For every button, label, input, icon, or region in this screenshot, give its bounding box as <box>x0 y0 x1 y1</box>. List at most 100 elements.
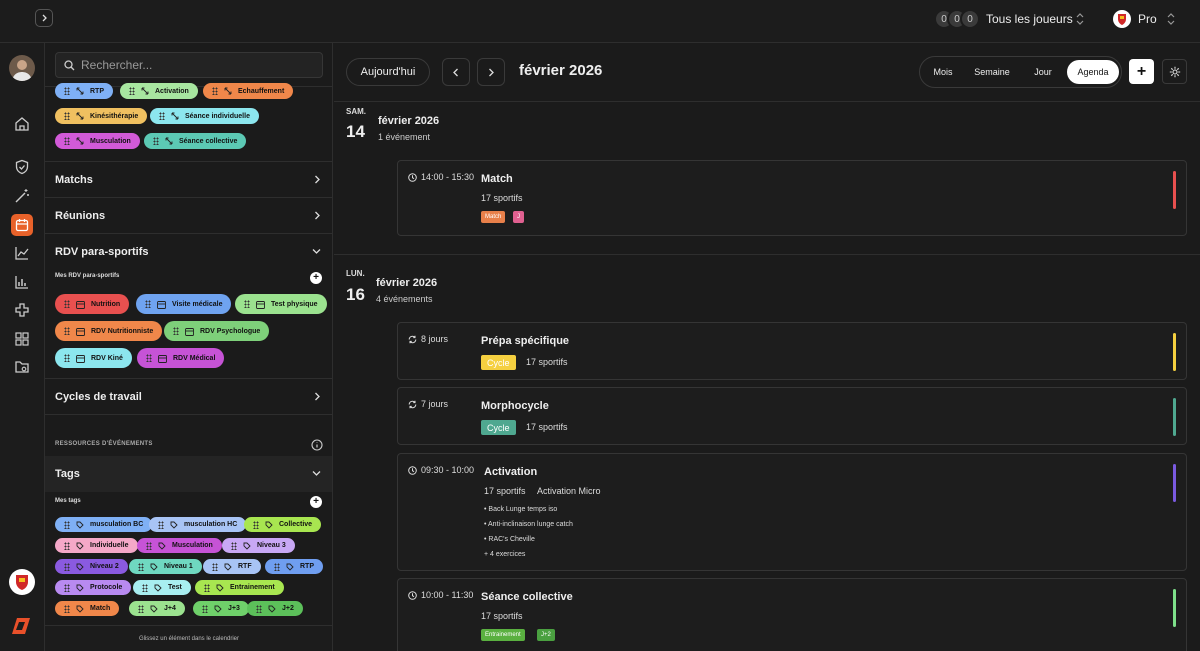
section-tags[interactable]: Tags <box>45 456 332 492</box>
event-type-pill[interactable]: Séance individuelle <box>150 108 259 124</box>
settings-button[interactable] <box>1162 59 1187 84</box>
event-type-pill[interactable]: Kinésithérapie <box>55 108 148 124</box>
tag-pill[interactable]: J+2 <box>247 601 303 616</box>
view-day[interactable]: Jour <box>1024 60 1062 84</box>
drag-handle-icon[interactable] <box>146 541 152 550</box>
event-time: 09:30 - 10:00 <box>408 465 474 475</box>
tag-pill[interactable]: musculation BC <box>55 517 153 532</box>
tag-pill[interactable]: musculation HC <box>149 517 247 532</box>
drag-handle-icon[interactable] <box>204 583 210 592</box>
drag-handle-icon[interactable] <box>64 604 70 613</box>
drag-handle-icon[interactable] <box>64 562 70 571</box>
players-selector[interactable]: Tous les joueurs <box>986 12 1073 26</box>
add-event-button[interactable]: + <box>1129 59 1154 84</box>
event-card-prepa[interactable]: 8 jours Prépa spécifique Cycle 17 sporti… <box>397 322 1187 380</box>
tag-pill[interactable]: Individuelle <box>55 538 138 553</box>
players-avatars[interactable]: 0 0 0 <box>934 9 980 29</box>
drag-handle-icon[interactable] <box>138 562 144 571</box>
view-agenda[interactable]: Agenda <box>1067 60 1119 84</box>
avatar[interactable] <box>9 55 35 81</box>
chevron-right-icon <box>315 392 320 401</box>
tag-pill[interactable]: Musculation <box>137 538 222 553</box>
event-type-pill[interactable]: RTP <box>55 83 113 99</box>
tag-pill[interactable]: Test <box>133 580 191 595</box>
event-type-pill[interactable]: Musculation <box>55 133 140 149</box>
event-card-match[interactable]: 14:00 - 15:30 Match 17 sportifs Match J <box>397 160 1187 236</box>
view-week[interactable]: Semaine <box>966 60 1018 84</box>
tag-pill[interactable]: Protocole <box>55 580 132 595</box>
add-rdv-button[interactable]: + <box>310 272 322 284</box>
drag-handle-icon[interactable] <box>64 583 70 592</box>
day-title: février 2026 <box>378 115 440 127</box>
tag-pill[interactable]: J+3 <box>193 601 249 616</box>
rdv-pill[interactable]: Test physique <box>235 294 327 314</box>
rdv-pill[interactable]: RDV Psychologue <box>164 321 270 341</box>
line-chart-icon[interactable] <box>14 245 30 261</box>
drag-handle-icon[interactable] <box>64 520 70 529</box>
drag-handle-icon[interactable] <box>202 604 208 613</box>
section-reunions[interactable]: Réunions <box>45 197 332 233</box>
calendar-nav-item[interactable] <box>11 214 33 236</box>
drag-handle-icon[interactable] <box>212 562 218 571</box>
bar-chart-icon[interactable] <box>14 274 30 290</box>
drag-handle-icon[interactable] <box>256 604 262 613</box>
drag-handle-icon[interactable] <box>253 520 259 529</box>
next-button[interactable] <box>477 58 505 86</box>
chevron-updown-icon[interactable] <box>1076 13 1084 25</box>
section-cycles[interactable]: Cycles de travail <box>45 378 332 414</box>
tag-label: Niveau 1 <box>164 563 193 570</box>
rdv-pill[interactable]: Visite médicale <box>136 294 232 314</box>
section-matchs[interactable]: Matchs <box>45 161 332 197</box>
event-title: Activation <box>484 466 538 478</box>
event-card-morphocycle[interactable]: 7 jours Morphocycle Cycle 17 sportifs <box>397 387 1187 445</box>
drag-handle-icon[interactable] <box>142 583 148 592</box>
section-rdv-para-sportifs[interactable]: RDV para-sportifs <box>45 233 332 269</box>
event-duration: 7 jours <box>408 399 448 409</box>
event-card-activation[interactable]: 09:30 - 10:00 Activation 17 sportifs Act… <box>397 453 1187 571</box>
club-logo[interactable] <box>9 569 35 595</box>
tags-subtitle: Mes tags <box>55 498 81 504</box>
tag-pill[interactable]: Match <box>55 601 120 616</box>
drag-handle-icon[interactable] <box>138 604 144 613</box>
grid-icon[interactable] <box>14 331 30 347</box>
drag-handle-icon[interactable] <box>158 520 164 529</box>
shield-icon[interactable] <box>14 159 30 175</box>
tag-pill[interactable]: Collective <box>244 517 322 532</box>
tag-pill[interactable]: Niveau 1 <box>129 559 202 574</box>
view-month[interactable]: Mois <box>924 60 962 84</box>
rdv-pill[interactable]: RDV Médical <box>137 348 225 368</box>
chevron-updown-icon[interactable] <box>1167 13 1175 25</box>
tag-pill[interactable]: RTP <box>265 559 323 574</box>
tag-pill[interactable]: RTF <box>203 559 261 574</box>
today-button[interactable]: Aujourd'hui <box>346 58 430 86</box>
event-type-pill[interactable]: Séance collective <box>144 133 247 149</box>
tag-pill[interactable]: J+4 <box>129 601 185 616</box>
drag-handle-icon[interactable] <box>64 541 70 550</box>
folder-search-icon[interactable] <box>14 359 30 375</box>
rdv-pill[interactable]: Nutrition <box>55 294 130 314</box>
home-icon[interactable] <box>14 116 30 132</box>
account-selector[interactable]: Pro <box>1138 12 1157 26</box>
drag-handle-icon[interactable] <box>231 541 237 550</box>
rdv-pill[interactable]: RDV Nutritionniste <box>55 321 163 341</box>
expand-sidebar-button[interactable] <box>35 9 53 27</box>
event-card-seance-collective[interactable]: 10:00 - 11:30 Séance collective 17 sport… <box>397 578 1187 651</box>
tag-label: J+2 <box>282 605 294 612</box>
resize-icon <box>165 137 173 145</box>
add-tag-button[interactable]: + <box>310 496 322 508</box>
drag-handle-icon[interactable] <box>274 562 280 571</box>
search-input[interactable] <box>81 57 311 73</box>
info-icon[interactable] <box>311 439 323 451</box>
medical-cross-icon[interactable] <box>14 302 30 318</box>
event-type-pill[interactable]: Activation <box>120 83 198 99</box>
prev-button[interactable] <box>442 58 470 86</box>
rdv-pill[interactable]: RDV Kiné <box>55 348 132 368</box>
event-type-pill[interactable]: Echauffement <box>203 83 294 99</box>
tag-icon <box>158 542 166 550</box>
tag-pill[interactable]: Niveau 2 <box>55 559 128 574</box>
magic-wand-icon[interactable] <box>14 188 30 204</box>
tag-pill[interactable]: Entrainement <box>195 580 284 595</box>
tag-pill[interactable]: Niveau 3 <box>222 538 295 553</box>
event-athletes: 17 sportifs <box>526 422 568 432</box>
chevron-right-icon <box>42 14 47 22</box>
